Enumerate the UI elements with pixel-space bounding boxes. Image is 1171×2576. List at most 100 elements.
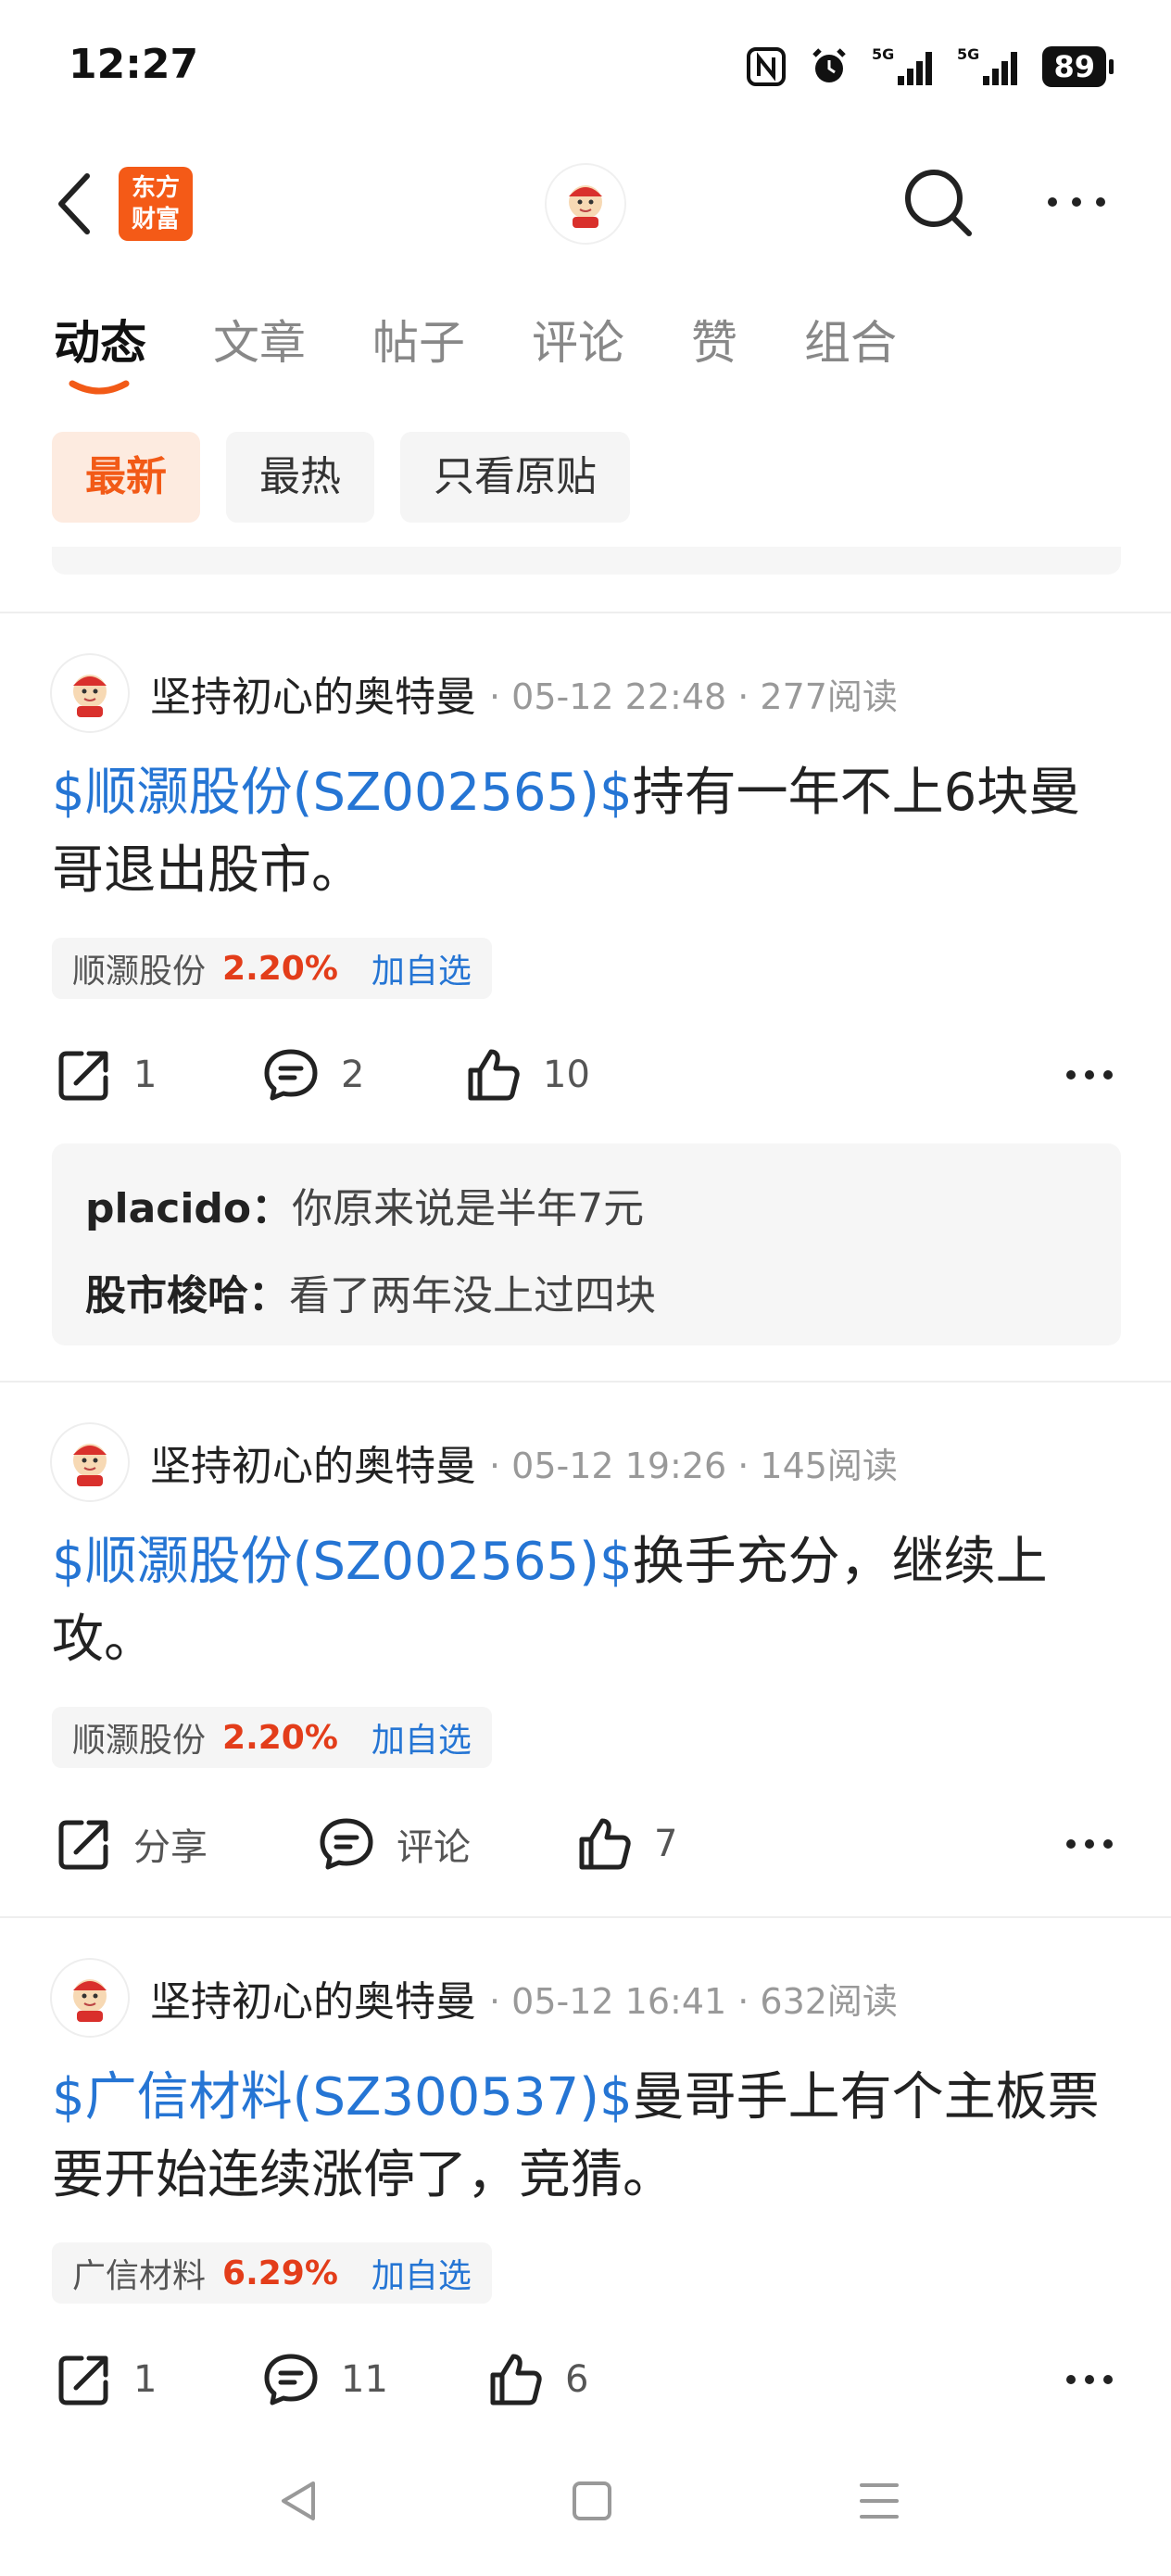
comment-button[interactable]: 评论: [317, 1807, 471, 1881]
filter-hottest[interactable]: 最热: [226, 432, 374, 523]
divider: [0, 1916, 1171, 1918]
tab-posts[interactable]: 帖子: [372, 306, 465, 373]
post-more-button[interactable]: [1064, 1056, 1115, 1097]
comment-text: 你原来说是半年7元: [292, 1185, 645, 1232]
share-icon: [58, 1820, 108, 1870]
filter-original-only[interactable]: 只看原贴: [400, 432, 630, 523]
stock-link[interactable]: $广信材料(SZ300537)$: [52, 2067, 633, 2128]
thumbs-up-icon: [468, 1049, 520, 1101]
comment-user: 股市梭哈：: [85, 1272, 289, 1320]
stock-link[interactable]: $顺灏股份(SZ002565)$: [52, 1532, 633, 1592]
post-text[interactable]: $顺灏股份(SZ002565)$换手充分，继续上攻。: [52, 1523, 1127, 1679]
stock-tag[interactable]: 广信材料 6.29% 加自选: [52, 2242, 492, 2304]
mascot-avatar-icon: [73, 1979, 107, 2022]
comment-button[interactable]: 11: [261, 2342, 388, 2417]
like-button[interactable]: 7: [574, 1807, 677, 1881]
more-dots-icon: [1066, 1070, 1113, 1080]
divider: [0, 1381, 1171, 1383]
author-avatar[interactable]: [52, 655, 128, 731]
tab-bar: 动态 文章 帖子 评论 赞 组合: [54, 306, 897, 373]
comment-icon: [264, 2354, 318, 2406]
author-name[interactable]: 坚持初心的奥特曼: [150, 1968, 476, 2027]
post-header: 坚持初心的奥特曼 · 05-12 19:26 · 145阅读: [52, 1423, 898, 1501]
comment-preview: placido：你原来说是半年7元: [85, 1166, 1088, 1253]
stock-tag-change: 6.29%: [222, 2254, 338, 2292]
previous-card-edge: [52, 547, 1121, 575]
thumbs-up-icon: [579, 1818, 631, 1870]
like-button[interactable]: 6: [485, 2342, 588, 2417]
system-home-button[interactable]: [569, 2478, 615, 2528]
share-count: 1: [133, 1054, 157, 1096]
search-icon: [905, 170, 972, 236]
search-button[interactable]: [899, 163, 976, 241]
post-text[interactable]: $顺灏股份(SZ002565)$持有一年不上6块曼哥退出股市。: [52, 754, 1127, 910]
comment-icon: [264, 1049, 318, 1101]
author-avatar[interactable]: [52, 1424, 128, 1500]
post-more-button[interactable]: [1064, 1825, 1115, 1866]
thumbs-up-icon: [490, 2354, 542, 2406]
status-bar: 12:27 5G 5G 89: [0, 0, 1171, 139]
post-header: 坚持初心的奥特曼 · 05-12 22:48 · 277阅读: [52, 654, 898, 732]
stock-tag[interactable]: 顺灏股份 2.20% 加自选: [52, 938, 492, 999]
square-home-icon: [573, 2481, 611, 2520]
more-button[interactable]: [1043, 182, 1110, 222]
system-navigation-bar: [0, 2446, 1171, 2557]
share-button[interactable]: 1: [56, 2342, 157, 2417]
stock-tag-name: 顺灏股份: [72, 953, 207, 991]
filter-latest[interactable]: 最新: [52, 432, 200, 523]
divider: [0, 612, 1171, 613]
menu-lines-icon: [860, 2483, 899, 2519]
stock-tag[interactable]: 顺灏股份 2.20% 加自选: [52, 1707, 492, 1768]
signal-icon-2: 5G: [957, 44, 1022, 89]
system-recents-button[interactable]: [856, 2478, 902, 2528]
share-icon: [58, 1051, 108, 1101]
post-text[interactable]: $广信材料(SZ300537)$曼哥手上有个主板票要开始连续涨停了，竞猜。: [52, 2059, 1127, 2215]
comment-button[interactable]: 2: [261, 1038, 364, 1112]
comment-preview: 股市梭哈：看了两年没上过四块: [85, 1253, 1088, 1340]
filter-bar: 最新 最热 只看原贴: [52, 432, 630, 523]
more-dots-icon: [1066, 1839, 1113, 1849]
share-button[interactable]: 分享: [56, 1807, 208, 1881]
post-more-button[interactable]: [1064, 2361, 1115, 2402]
mascot-avatar-icon: [569, 185, 602, 228]
like-count: 7: [654, 1823, 678, 1865]
stock-link[interactable]: $顺灏股份(SZ002565)$: [52, 763, 633, 823]
signal-2-label: 5G: [957, 45, 979, 63]
comment-user: placido：: [85, 1185, 293, 1232]
tab-comments[interactable]: 评论: [532, 306, 624, 373]
post-actions: 1 11 6: [52, 2342, 1127, 2417]
logo-line-2: 财富: [131, 206, 180, 234]
profile-avatar[interactable]: [547, 165, 624, 243]
author-avatar[interactable]: [52, 1960, 128, 2036]
post-meta: · 05-12 19:26 · 145阅读: [489, 1445, 898, 1486]
add-watchlist-button[interactable]: 加自选: [371, 944, 472, 992]
system-back-button[interactable]: [276, 2478, 322, 2528]
like-button[interactable]: 10: [463, 1038, 590, 1112]
app-logo[interactable]: 东方 财富: [119, 167, 193, 241]
comment-preview-box[interactable]: placido：你原来说是半年7元 股市梭哈：看了两年没上过四块: [52, 1143, 1121, 1345]
logo-line-1: 东方: [131, 174, 180, 202]
alarm-icon: [807, 44, 851, 89]
author-name[interactable]: 坚持初心的奥特曼: [150, 663, 476, 723]
share-button[interactable]: 1: [56, 1038, 157, 1112]
comment-icon: [320, 1818, 373, 1870]
tab-dynamics[interactable]: 动态: [54, 306, 146, 373]
nfc-icon: [746, 46, 787, 87]
tab-portfolios[interactable]: 组合: [804, 306, 897, 373]
add-watchlist-button[interactable]: 加自选: [371, 1713, 472, 1762]
back-button[interactable]: [48, 167, 104, 241]
like-count: 6: [565, 2358, 589, 2401]
share-icon: [58, 2355, 108, 2406]
stock-tag-change: 2.20%: [222, 949, 338, 988]
mascot-avatar-icon: [73, 1444, 107, 1486]
comment-text: 看了两年没上过四块: [289, 1272, 656, 1320]
comment-label: 评论: [397, 1826, 471, 1869]
post-actions: 分享 评论 7: [52, 1807, 1127, 1881]
tab-articles[interactable]: 文章: [213, 306, 306, 373]
author-name[interactable]: 坚持初心的奥特曼: [150, 1433, 476, 1492]
more-dots-icon: [1066, 2375, 1113, 2384]
post-meta: · 05-12 22:48 · 277阅读: [489, 676, 898, 717]
tab-likes[interactable]: 赞: [691, 306, 737, 373]
add-watchlist-button[interactable]: 加自选: [371, 2249, 472, 2297]
comment-count: 11: [341, 2358, 388, 2401]
